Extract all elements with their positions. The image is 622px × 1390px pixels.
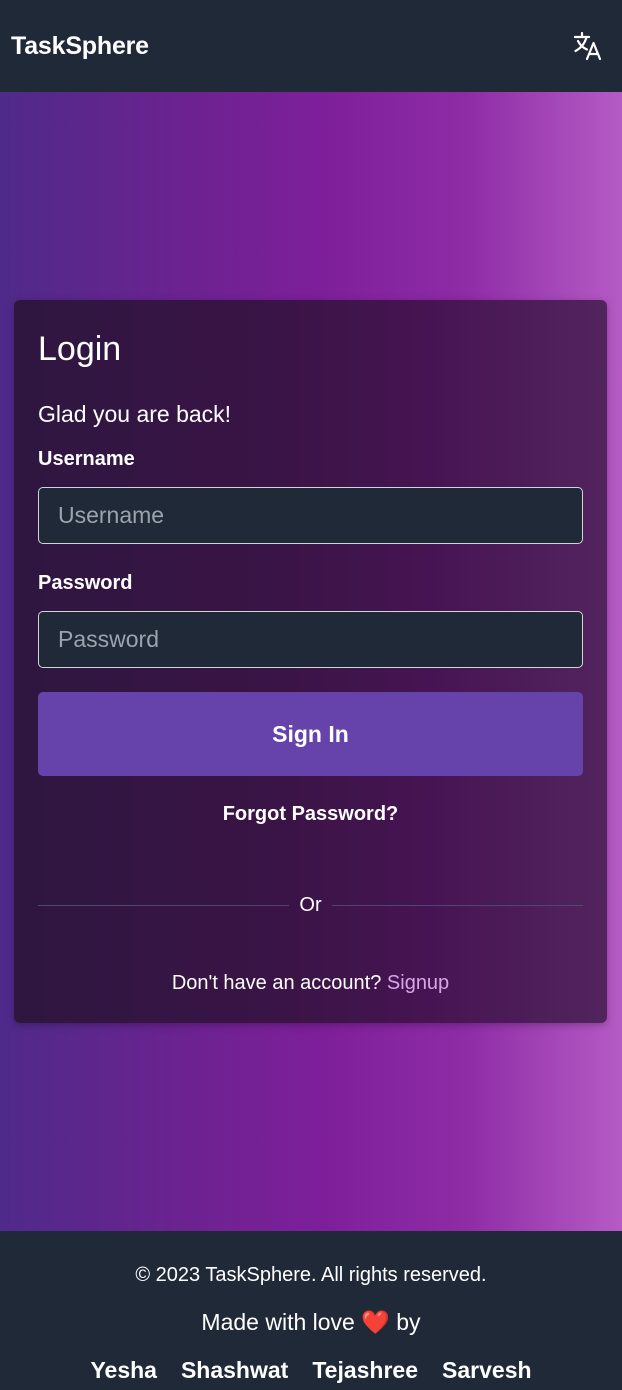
author-link[interactable]: Yesha	[90, 1357, 157, 1384]
sign-in-button[interactable]: Sign In	[38, 692, 583, 776]
login-title: Login	[38, 330, 122, 368]
divider-line-left	[38, 904, 290, 906]
signup-link[interactable]: Signup	[387, 972, 449, 994]
copyright-text: © 2023 TaskSphere. All rights reserved.	[135, 1264, 487, 1286]
username-input[interactable]	[38, 487, 583, 544]
footer: © 2023 TaskSphere. All rights reserved. …	[0, 1231, 622, 1390]
made-with-love: Made with love ❤️ by	[0, 1309, 622, 1336]
divider-line-right	[331, 904, 583, 906]
brand-logo[interactable]: TaskSphere	[11, 32, 149, 61]
translate-button[interactable]	[568, 26, 608, 66]
author-link[interactable]: Sarvesh	[442, 1357, 532, 1384]
password-label: Password	[38, 572, 133, 594]
password-input[interactable]	[38, 611, 583, 668]
username-label: Username	[38, 448, 135, 470]
signup-prompt: Don't have an account?	[171, 972, 382, 994]
author-link[interactable]: Shashwat	[181, 1357, 288, 1384]
forgot-password-link[interactable]: Forgot Password?	[14, 803, 607, 826]
made-with-suffix: by	[396, 1309, 421, 1335]
translate-icon	[573, 31, 602, 61]
author-link[interactable]: Tejashree	[312, 1357, 418, 1384]
or-divider: Or	[38, 893, 583, 917]
made-with-prefix: Made with love	[201, 1309, 355, 1335]
navbar: TaskSphere	[0, 0, 622, 92]
login-subtitle: Glad you are back!	[38, 401, 232, 427]
login-card: Login Glad you are back! Username Passwo…	[14, 300, 607, 1023]
heart-icon: ❤️	[361, 1309, 390, 1335]
divider-or-text: Or	[299, 893, 322, 916]
main-background: Login Glad you are back! Username Passwo…	[0, 92, 622, 1231]
signup-row: Don't have an account? Signup	[14, 972, 607, 995]
author-list: Yesha Shashwat Tejashree Sarvesh	[0, 1357, 622, 1384]
